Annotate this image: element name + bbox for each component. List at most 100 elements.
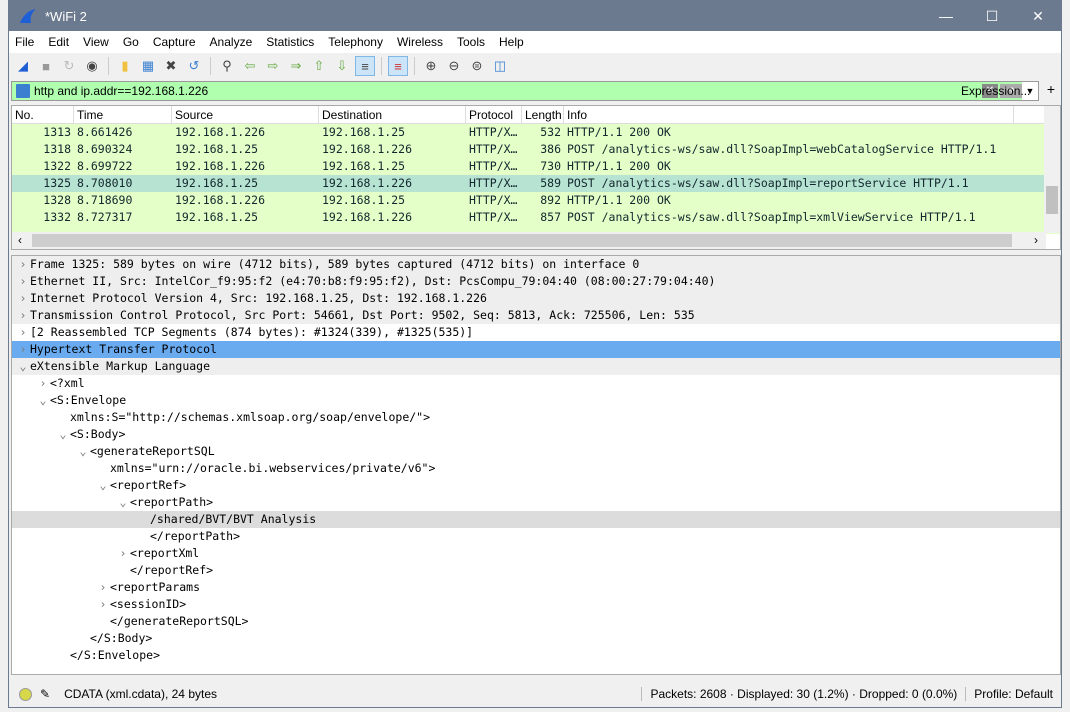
packet-row[interactable]: 1318 8.690324 192.168.1.25 192.168.1.226 HTT…	[12, 141, 1060, 158]
detail-row[interactable]: › [2 Reassembled TCP Segments (874 bytes)…	[12, 324, 1060, 341]
last-packet-icon[interactable]: ⇩	[332, 56, 352, 76]
detail-row[interactable]: › <reportXml	[12, 545, 1060, 562]
chevron-right-icon[interactable]: ›	[16, 341, 30, 358]
detail-row[interactable]: </generateReportSQL>	[12, 613, 1060, 630]
chevron-right-icon[interactable]: ›	[16, 307, 30, 324]
detail-row[interactable]: xmlns:S="http://schemas.xmlsoap.org/soap…	[12, 409, 1060, 426]
chevron-right-icon[interactable]: ›	[16, 324, 30, 341]
reload-file-icon[interactable]: ↺	[184, 56, 204, 76]
vertical-scrollbar[interactable]	[1044, 106, 1060, 233]
packet-row[interactable]: 1325 8.708010 192.168.1.25 192.168.1.226 HTT…	[12, 175, 1060, 192]
detail-row[interactable]: ⌄ <S:Envelope	[12, 392, 1060, 409]
packet-row[interactable]: 1313 8.661426 192.168.1.226 192.168.1.25 HTT…	[12, 124, 1060, 141]
open-file-icon[interactable]: ▮	[115, 56, 135, 76]
chevron-right-icon[interactable]: ›	[16, 273, 30, 290]
detail-row[interactable]: › <sessionID>	[12, 596, 1060, 613]
menu-wireless[interactable]: Wireless	[397, 35, 443, 49]
first-packet-icon[interactable]: ⇧	[309, 56, 329, 76]
restart-capture-icon[interactable]: ↻	[59, 56, 79, 76]
main-toolbar: ◢ ■ ↻ ◉ ▮ ▦ ✖ ↺ ⚲ ⇦ ⇨ ⇒ ⇧ ⇩ ≡ ≡ ⊕ ⊖ ⊜ ◫	[9, 53, 1061, 79]
close-button[interactable]: ✕	[1015, 8, 1061, 25]
close-file-icon[interactable]: ✖	[161, 56, 181, 76]
detail-row[interactable]: › Ethernet II, Src: IntelCor_f9:95:f2 (e4…	[12, 273, 1060, 290]
go-back-icon[interactable]: ⇦	[240, 56, 260, 76]
save-file-icon[interactable]: ▦	[138, 56, 158, 76]
capture-options-icon[interactable]: ◉	[82, 56, 102, 76]
menu-go[interactable]: Go	[123, 35, 139, 49]
column-header-length[interactable]: Length	[522, 106, 564, 123]
column-header-destination[interactable]: Destination	[319, 106, 466, 123]
column-header-source[interactable]: Source	[172, 106, 319, 123]
detail-row[interactable]: › <reportParams	[12, 579, 1060, 596]
maximize-button[interactable]: ☐	[969, 8, 1015, 25]
find-packet-icon[interactable]: ⚲	[217, 56, 237, 76]
stop-capture-icon[interactable]: ■	[36, 56, 56, 76]
zoom-out-icon[interactable]: ⊖	[444, 56, 464, 76]
packet-row[interactable]: 1328 8.718690 192.168.1.226 192.168.1.25 HTT…	[12, 192, 1060, 209]
resize-columns-icon[interactable]: ◫	[490, 56, 510, 76]
scrollbar-thumb[interactable]	[32, 234, 1012, 247]
detail-row[interactable]: ⌄ <reportPath>	[12, 494, 1060, 511]
start-capture-icon[interactable]: ◢	[13, 56, 33, 76]
chevron-right-icon[interactable]: ›	[116, 545, 130, 562]
packet-cell: 1322	[43, 159, 71, 173]
display-filter-input[interactable]	[34, 84, 982, 98]
menu-telephony[interactable]: Telephony	[328, 35, 383, 49]
chevron-right-icon[interactable]: ›	[16, 290, 30, 307]
chevron-right-icon[interactable]: ›	[96, 596, 110, 613]
go-to-packet-icon[interactable]: ⇒	[286, 56, 306, 76]
detail-row[interactable]: ⌄ eXtensible Markup Language	[12, 358, 1060, 375]
expression-button[interactable]: Expression...	[961, 84, 1030, 98]
detail-row[interactable]: › Frame 1325: 589 bytes on wire (4712 bit…	[12, 256, 1060, 273]
detail-row[interactable]: </reportRef>	[12, 562, 1060, 579]
expert-info-icon[interactable]	[19, 687, 32, 701]
menu-view[interactable]: View	[83, 35, 109, 49]
menu-statistics[interactable]: Statistics	[266, 35, 314, 49]
chevron-down-icon[interactable]: ⌄	[56, 426, 70, 443]
menu-help[interactable]: Help	[499, 35, 524, 49]
detail-row[interactable]: ⌄ <S:Body>	[12, 426, 1060, 443]
menu-edit[interactable]: Edit	[48, 35, 69, 49]
chevron-down-icon[interactable]: ⌄	[76, 443, 90, 460]
chevron-right-icon[interactable]: ›	[96, 579, 110, 596]
detail-row[interactable]: /shared/BVT/BVT Analysis	[12, 511, 1060, 528]
detail-row[interactable]: ⌄ <generateReportSQL	[12, 443, 1060, 460]
menu-capture[interactable]: Capture	[153, 35, 196, 49]
menu-file[interactable]: File	[15, 35, 34, 49]
detail-row[interactable]: </reportPath>	[12, 528, 1060, 545]
chevron-right-icon[interactable]: ›	[36, 375, 50, 392]
minimize-button[interactable]: —	[923, 8, 969, 25]
profile-selector[interactable]: Profile: Default	[965, 687, 1061, 701]
colorize-icon[interactable]: ≡	[388, 56, 408, 76]
detail-row[interactable]: xmlns="urn://oracle.bi.webservices/priva…	[12, 460, 1060, 477]
packet-row[interactable]: 1322 8.699722 192.168.1.226 192.168.1.25 HTT…	[12, 158, 1060, 175]
detail-row[interactable]: › <?xml	[12, 375, 1060, 392]
add-filter-button[interactable]: +	[1043, 81, 1059, 97]
autoscroll-icon[interactable]: ≡	[355, 56, 375, 76]
detail-row[interactable]: › Internet Protocol Version 4, Src: 192.1…	[12, 290, 1060, 307]
column-header-info[interactable]: Info	[564, 106, 1014, 123]
detail-row[interactable]: › Hypertext Transfer Protocol	[12, 341, 1060, 358]
column-header-no[interactable]: No.	[12, 106, 74, 123]
detail-row[interactable]: › Transmission Control Protocol, Src Port…	[12, 307, 1060, 324]
chevron-right-icon[interactable]: ›	[16, 256, 30, 273]
packet-row[interactable]: 1332 8.727317 192.168.1.25 192.168.1.226 HTT…	[12, 209, 1060, 226]
column-header-time[interactable]: Time	[74, 106, 172, 123]
chevron-down-icon[interactable]: ⌄	[16, 358, 30, 375]
detail-row[interactable]: </S:Envelope>	[12, 647, 1060, 664]
horizontal-scrollbar[interactable]: ‹ ›	[12, 232, 1046, 249]
zoom-normal-icon[interactable]: ⊜	[467, 56, 487, 76]
chevron-down-icon[interactable]: ⌄	[116, 494, 130, 511]
detail-row[interactable]: </S:Body>	[12, 630, 1060, 647]
chevron-down-icon[interactable]: ⌄	[96, 477, 110, 494]
scrollbar-thumb[interactable]	[1046, 186, 1058, 214]
menu-tools[interactable]: Tools	[457, 35, 485, 49]
menu-analyze[interactable]: Analyze	[210, 35, 253, 49]
edit-comment-icon[interactable]: ✎	[40, 687, 50, 701]
zoom-in-icon[interactable]: ⊕	[421, 56, 441, 76]
chevron-down-icon[interactable]: ⌄	[36, 392, 50, 409]
go-forward-icon[interactable]: ⇨	[263, 56, 283, 76]
detail-row[interactable]: ⌄ <reportRef>	[12, 477, 1060, 494]
column-header-protocol[interactable]: Protocol	[466, 106, 522, 123]
bookmark-icon[interactable]	[16, 84, 30, 98]
